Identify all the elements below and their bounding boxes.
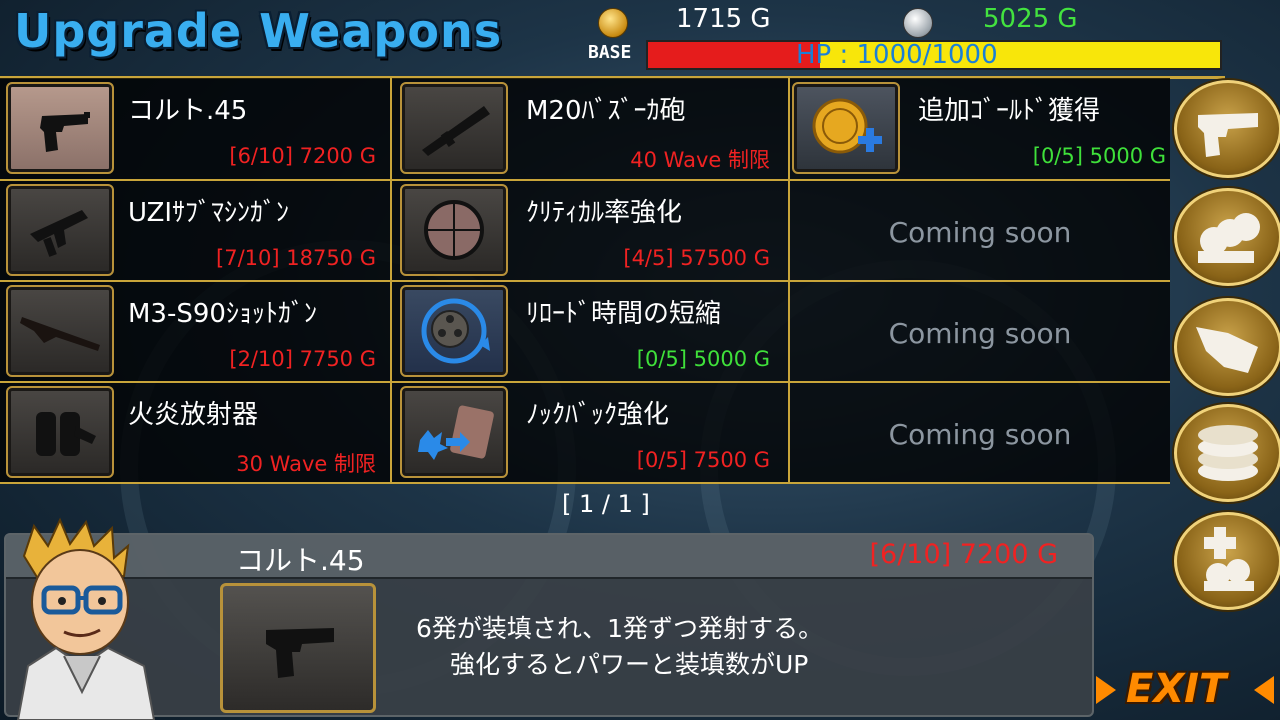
upgrade-item-critical[interactable]: ｸﾘﾃｨｶﾙ率強化 [4/5] 57500 G xyxy=(394,180,788,281)
detail-description-line: 強化するとパワーと装填数がUP xyxy=(450,650,809,679)
exit-label: EXIT xyxy=(1126,666,1227,712)
pistol-icon xyxy=(1198,113,1258,157)
detail-item-name: コルト.45 xyxy=(236,544,365,577)
upgrade-item-knockback[interactable]: ﾉｯｸﾊﾞｯｸ強化 [0/5] 7500 G xyxy=(394,382,788,483)
item-price: 40 Wave 制限 xyxy=(630,148,770,172)
barricade-icon xyxy=(1196,327,1258,373)
coming-soon-slot: Coming soon xyxy=(790,382,1184,483)
weapons-tab-button[interactable] xyxy=(1174,80,1280,178)
detail-pistol-icon[interactable] xyxy=(220,583,376,713)
page-title: Upgrade Weapons xyxy=(14,4,503,58)
silver-amount: 5025 G xyxy=(983,4,1078,34)
coming-soon-slot: Coming soon xyxy=(790,180,1184,281)
bazooka-icon xyxy=(400,82,508,174)
silver-coin-icon xyxy=(903,8,933,38)
item-name: ｸﾘﾃｨｶﾙ率強化 xyxy=(526,198,683,228)
upgrade-item-reload[interactable]: ﾘﾛｰﾄﾞ時間の短縮 [0/5] 5000 G xyxy=(394,281,788,382)
heal-tab-button[interactable] xyxy=(1174,512,1280,610)
arrow-left-icon xyxy=(1254,676,1274,704)
uzi-icon xyxy=(6,184,114,276)
detail-description-line: 6発が装填され、1発ずつ発射する。 xyxy=(416,614,824,643)
page-indicator: [ 1 / 1 ] xyxy=(562,490,650,518)
reload-cylinder-icon xyxy=(400,285,508,377)
upgrade-item-uzi[interactable]: UZIｻﾌﾞﾏｼﾝｶﾞﾝ [7/10] 18750 G xyxy=(0,180,394,281)
arrow-right-icon xyxy=(1096,676,1116,704)
gold-tab-button[interactable] xyxy=(1174,404,1280,502)
upgrade-item-extra-gold[interactable]: 追加ｺﾞｰﾙﾄﾞ獲得 [0/5] 5000 G xyxy=(790,78,1184,179)
gold-coins-icon xyxy=(1198,425,1258,481)
soldiers-icon xyxy=(1198,213,1260,263)
base-label: BASE xyxy=(588,42,632,63)
item-price: [0/5] 5000 G xyxy=(636,347,770,371)
base-hp-bar: HP : 1000/1000 xyxy=(646,40,1222,70)
knockback-icon xyxy=(400,386,508,478)
shotgun-icon xyxy=(6,285,114,377)
item-name: ﾘﾛｰﾄﾞ時間の短縮 xyxy=(526,299,722,329)
gold-coin-icon xyxy=(598,8,628,38)
soldiers-tab-button[interactable] xyxy=(1174,188,1280,286)
item-name: コルト.45 xyxy=(128,96,248,126)
hp-text: HP : 1000/1000 xyxy=(796,40,998,70)
item-price: [0/5] 5000 G xyxy=(1032,144,1166,168)
item-name: 火炎放射器 xyxy=(128,400,259,430)
coming-soon-label: Coming soon xyxy=(888,418,1072,451)
item-name: 追加ｺﾞｰﾙﾄﾞ獲得 xyxy=(918,96,1101,126)
item-price: [7/10] 18750 G xyxy=(216,246,376,270)
upgrade-item-flamethrower[interactable]: 火炎放射器 30 Wave 制限 xyxy=(0,382,394,483)
heal-soldiers-icon xyxy=(1204,527,1254,591)
coming-soon-label: Coming soon xyxy=(888,317,1072,350)
detail-item-price: [6/10] 7200 G xyxy=(869,539,1059,570)
defense-tab-button[interactable] xyxy=(1174,298,1280,396)
item-price: [6/10] 7200 G xyxy=(229,144,376,168)
gold-plus-icon xyxy=(792,82,900,174)
pistol-icon xyxy=(6,82,114,174)
item-price: [4/5] 57500 G xyxy=(623,246,770,270)
coming-soon-slot: Coming soon xyxy=(790,281,1184,382)
item-price: [2/10] 7750 G xyxy=(229,347,376,371)
upgrade-item-colt45[interactable]: コルト.45 [6/10] 7200 G xyxy=(0,78,394,179)
item-name: UZIｻﾌﾞﾏｼﾝｶﾞﾝ xyxy=(128,198,290,228)
item-name: M3-S90ｼｮｯﾄｶﾞﾝ xyxy=(128,299,317,329)
item-price: [0/5] 7500 G xyxy=(636,448,770,472)
item-price: 30 Wave 制限 xyxy=(236,452,376,476)
flamethrower-icon xyxy=(6,386,114,478)
item-name: ﾉｯｸﾊﾞｯｸ強化 xyxy=(526,400,670,430)
exit-button[interactable]: EXIT xyxy=(1092,666,1278,716)
upgrade-item-bazooka[interactable]: M20ﾊﾞｽﾞｰｶ砲 40 Wave 制限 xyxy=(394,78,788,179)
item-name: M20ﾊﾞｽﾞｰｶ砲 xyxy=(526,96,686,126)
advisor-character-avatar xyxy=(16,517,156,720)
crosshair-icon xyxy=(400,184,508,276)
upgrade-item-shotgun[interactable]: M3-S90ｼｮｯﾄｶﾞﾝ [2/10] 7750 G xyxy=(0,281,394,382)
coming-soon-label: Coming soon xyxy=(888,216,1072,249)
hp-bar-fill xyxy=(648,42,820,68)
gold-amount: 1715 G xyxy=(676,4,771,34)
